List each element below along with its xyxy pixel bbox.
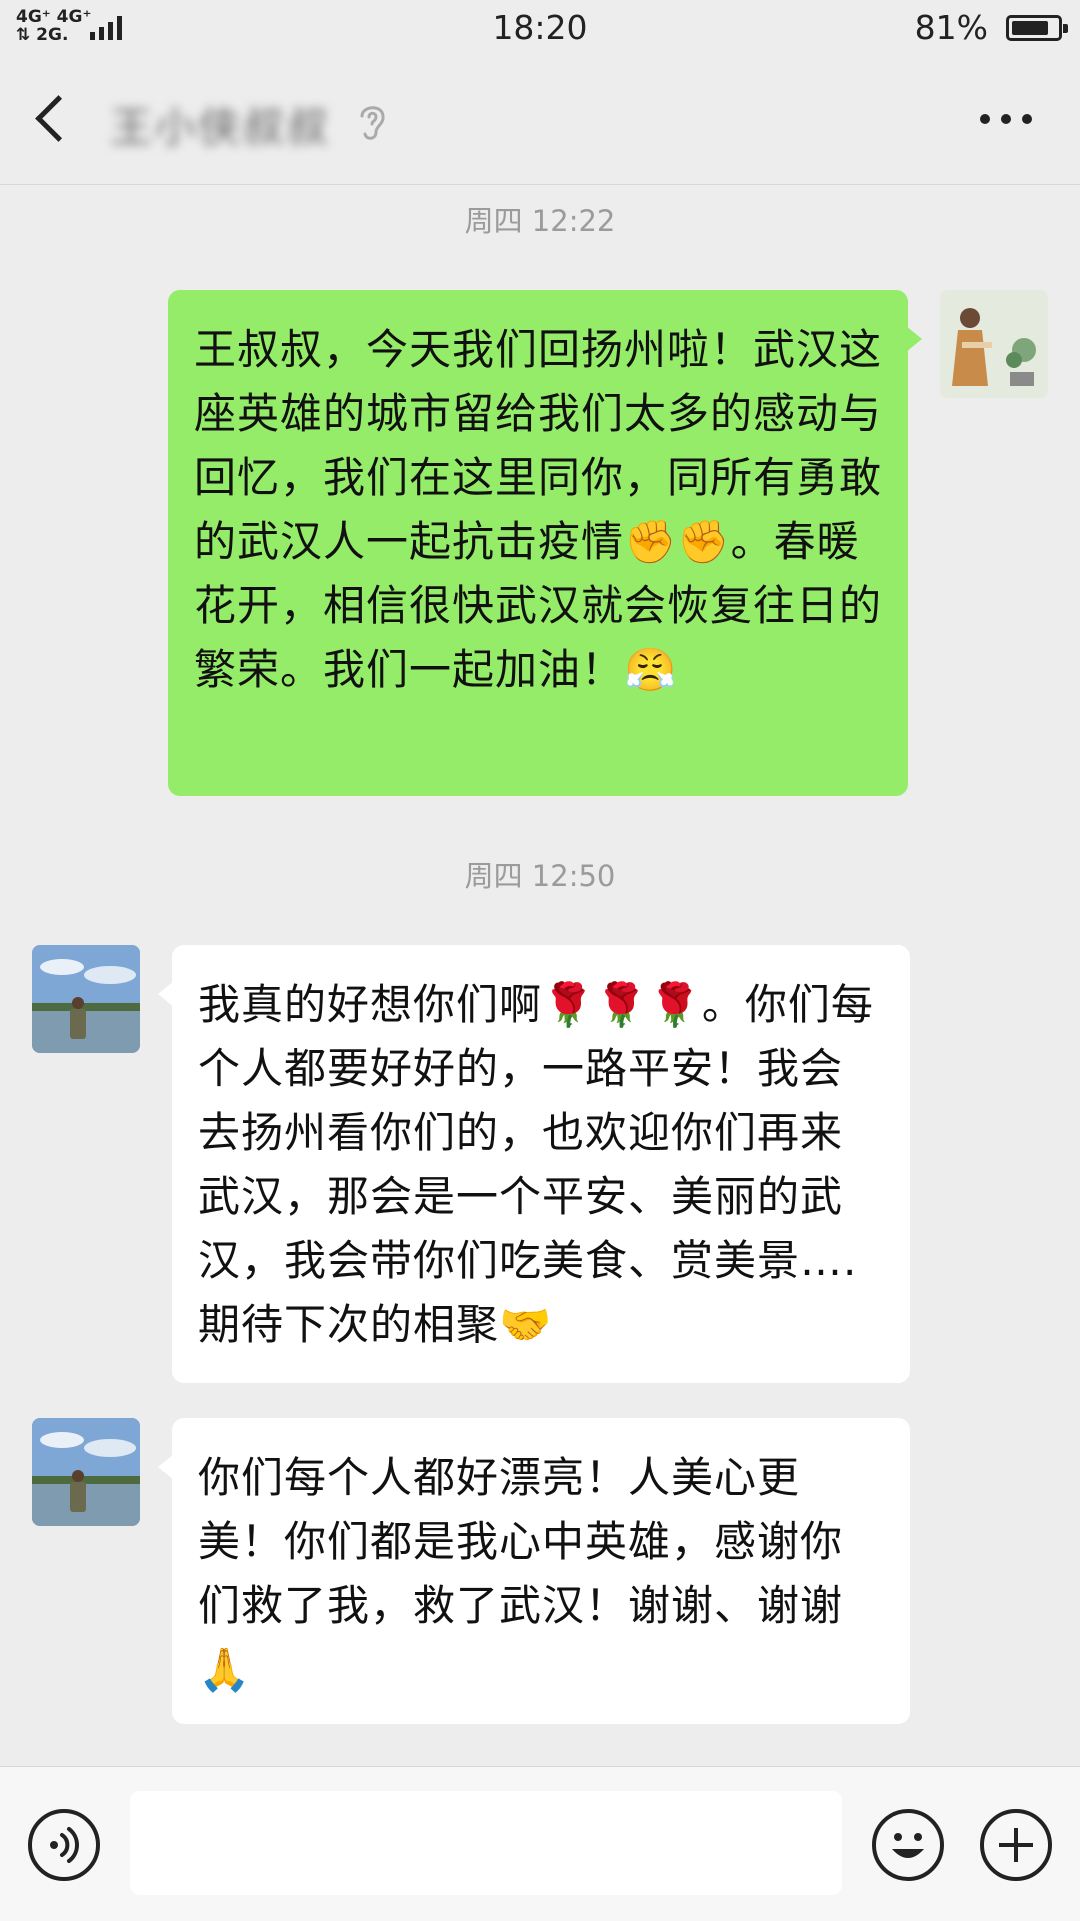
- message-bubble-received[interactable]: 你们每个人都好漂亮！人美心更美！你们都是我心中英雄，感谢你们救了我，救了武汉！谢…: [158, 1418, 910, 1724]
- back-arrow-icon[interactable]: [26, 90, 76, 152]
- avatar-contact-image: [32, 1418, 140, 1526]
- voice-icon[interactable]: [28, 1809, 100, 1881]
- battery-percent: 81%: [914, 8, 988, 47]
- avatar-self[interactable]: [940, 290, 1048, 398]
- ear-icon: [360, 106, 385, 140]
- avatar-contact[interactable]: [32, 945, 140, 1053]
- battery-icon: [1006, 15, 1068, 41]
- avatar-contact-image: [32, 945, 140, 1053]
- status-bar: 4G⁺ 4G⁺ ⇅ 2G. 18:20 81%: [0, 0, 1080, 58]
- plus-icon[interactable]: [980, 1809, 1052, 1881]
- more-icon[interactable]: [976, 108, 1036, 132]
- chat-header: 王小侠叔叔: [0, 58, 1080, 185]
- avatar-self-image: [940, 290, 1048, 398]
- input-bar: [0, 1766, 1080, 1921]
- contact-name[interactable]: 王小侠叔叔: [110, 94, 330, 155]
- timestamp: 周四 12:50: [464, 859, 616, 893]
- emoji-icon[interactable]: [872, 1809, 944, 1881]
- avatar-contact[interactable]: [32, 1418, 140, 1526]
- battery-fill: [1012, 21, 1048, 35]
- message-bubble-sent[interactable]: 王叔叔，今天我们回扬州啦！武汉这座英雄的城市留给我们太多的感动与回忆，我们在这里…: [168, 290, 922, 796]
- message-bubble-received[interactable]: 我真的好想你们啊🌹🌹🌹。你们每个人都要好好的，一路平安！我会去扬州看你们的，也欢…: [158, 945, 910, 1383]
- message-input[interactable]: [130, 1791, 842, 1895]
- timestamp: 周四 12:22: [464, 204, 616, 238]
